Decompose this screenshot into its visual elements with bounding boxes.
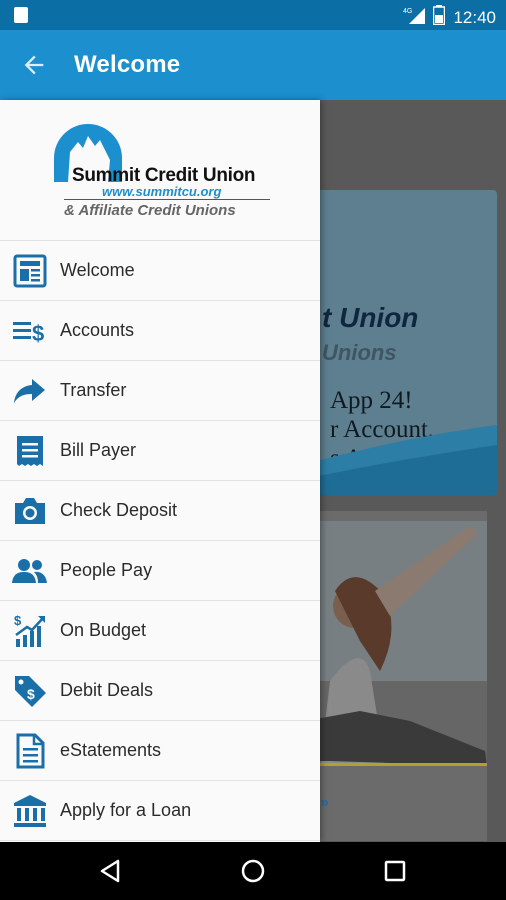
menu-item-apply-loan[interactable]: Apply for a Loan: [0, 781, 320, 841]
menu-item-check-deposit[interactable]: Check Deposit: [0, 481, 320, 541]
menu-item-people-pay[interactable]: People Pay: [0, 541, 320, 601]
menu-item-transfer[interactable]: Transfer: [0, 361, 320, 421]
svg-text:4G: 4G: [403, 8, 412, 15]
menu-item-label: eStatements: [60, 740, 162, 760]
menu-item-label: On Budget: [60, 620, 147, 640]
price-tag-icon: $: [15, 676, 46, 707]
camera-icon: [15, 498, 45, 524]
app-bar: Welcome: [0, 30, 506, 100]
menu-item-label: Welcome: [60, 260, 135, 280]
menu-item-label: People Pay: [60, 560, 153, 580]
promo-banner[interactable]: t Union Unions App 24! r Account, s And …: [300, 190, 497, 495]
growth-chart-icon: $: [14, 613, 45, 647]
banner-subtitle: Unions: [322, 340, 397, 365]
accounts-list-icon: $: [13, 321, 44, 346]
menu-item-label: Transfer: [60, 380, 127, 400]
promo-photo: [300, 521, 487, 766]
menu-item-bill-payer[interactable]: Bill Payer: [0, 421, 320, 481]
arrow-left-icon[interactable]: [20, 51, 48, 79]
wave-graphic: [300, 425, 497, 495]
svg-text:$: $: [32, 321, 44, 346]
back-triangle-icon[interactable]: [96, 856, 126, 886]
status-bar: 4G 12:40: [0, 0, 506, 30]
logo-url: www.summitcu.org: [102, 184, 222, 199]
menu-item-welcome[interactable]: Welcome: [0, 241, 320, 301]
menu-item-label: Bill Payer: [60, 440, 137, 460]
newspaper-icon: [13, 254, 47, 288]
menu-item-label: Check Deposit: [60, 500, 178, 520]
signal-icon: 4G: [403, 6, 426, 29]
drawer-menu: Welcome $ Accounts Transfer Bill Payer C…: [0, 241, 320, 841]
menu-item-label: Apply for a Loan: [60, 800, 192, 820]
promo-card[interactable]: »: [300, 511, 487, 841]
summit-logo: Summit Credit Union www.summitcu.org & A…: [0, 100, 320, 241]
people-icon: [12, 559, 47, 583]
svg-text:$: $: [14, 613, 22, 628]
home-circle-icon[interactable]: [238, 856, 268, 886]
banner-name: t Union: [322, 302, 419, 333]
menu-item-on-budget[interactable]: $ On Budget: [0, 601, 320, 661]
menu-item-label: Debit Deals: [60, 680, 154, 700]
navigation-drawer: Summit Credit Union www.summitcu.org & A…: [0, 100, 320, 842]
svg-text:$: $: [27, 686, 35, 702]
clock-time: 12:40: [453, 7, 496, 27]
logo-divider: [64, 199, 270, 200]
menu-item-debit-deals[interactable]: $ Debit Deals: [0, 661, 320, 721]
menu-item-estatements[interactable]: eStatements: [0, 721, 320, 781]
document-icon: [16, 733, 45, 769]
page-title: Welcome: [74, 51, 181, 78]
menu-item-label: Accounts: [60, 320, 135, 340]
receipt-icon: [17, 436, 43, 466]
logo-tagline: & Affiliate Credit Unions: [64, 202, 236, 219]
recents-square-icon[interactable]: [380, 856, 410, 886]
more-link[interactable]: »: [320, 794, 329, 812]
menu-item-accounts[interactable]: $ Accounts: [0, 301, 320, 361]
share-arrow-icon: [14, 379, 45, 403]
battery-icon: [433, 5, 446, 30]
sd-card-icon: [14, 7, 28, 23]
bank-icon: [14, 795, 46, 827]
system-nav-bar: [0, 842, 506, 900]
